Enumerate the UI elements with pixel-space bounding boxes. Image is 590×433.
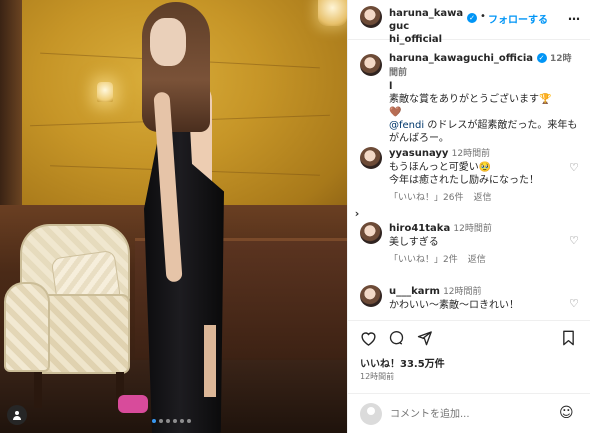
verified-badge-icon: ✓ <box>467 13 477 23</box>
comment-username[interactable]: yyasunayy <box>389 148 448 159</box>
emoji-icon[interactable]: ☺ <box>559 405 574 421</box>
reply-button[interactable]: 返信 <box>468 255 486 265</box>
reply-button[interactable]: 返信 <box>473 193 491 203</box>
post-photo[interactable] <box>0 0 347 433</box>
comment-username[interactable]: hiro41taka <box>389 223 450 234</box>
bookmark-icon[interactable] <box>561 330 576 350</box>
post-timestamp: 12時間前 <box>360 372 395 381</box>
action-bar: いいね！33.5万件 12時間前 <box>348 320 590 390</box>
comment-like-count[interactable]: 「いいね！」26件 <box>389 193 463 203</box>
post-header: haruna_kawaguc hi_official ✓ • フォローする … <box>348 0 590 45</box>
woman-figure <box>118 0 240 433</box>
comment-text: かわいい〜素敵〜ロきれい！ <box>389 300 519 311</box>
caption-text: 素敵な賞をありがとうございます🏆 <box>389 94 552 105</box>
avatar[interactable] <box>360 147 382 169</box>
post-sidebar: haruna_kawaguc hi_official ✓ • フォローする … h… <box>347 0 590 433</box>
armchair <box>4 224 132 409</box>
user-tag-icon[interactable] <box>7 405 27 425</box>
comment-username[interactable]: u___karm <box>389 286 440 297</box>
more-options-icon[interactable]: … <box>568 9 581 23</box>
comment-composer: ☺ <box>348 393 590 433</box>
comment-time: 12時間前 <box>453 224 492 234</box>
mention-link[interactable]: @fendi <box>389 120 424 131</box>
chandelier <box>318 0 347 26</box>
heart-icon[interactable] <box>360 330 377 350</box>
carousel-indicator <box>152 419 191 423</box>
heart-icon[interactable]: ♡ <box>569 161 579 174</box>
comment-text: もうほんっと可愛い🥹 <box>389 162 492 173</box>
comment-time: 12時間前 <box>443 287 482 297</box>
caption-username[interactable]: haruna_kawaguchi_officia ✓ 12時間前 l <box>389 53 572 92</box>
heart-icon[interactable]: ♡ <box>569 297 579 310</box>
heart-icon[interactable]: ♡ <box>569 234 579 247</box>
carousel-dot <box>180 419 184 423</box>
comment-input[interactable] <box>390 405 540 423</box>
verified-badge-icon: ✓ <box>536 53 547 63</box>
comment-time: 12時間前 <box>451 149 491 159</box>
carousel-dot <box>187 419 191 423</box>
carousel-dot <box>152 419 156 423</box>
carousel-dot <box>173 419 177 423</box>
avatar[interactable] <box>360 6 382 28</box>
avatar <box>360 403 382 425</box>
comments-list[interactable]: haruna_kawaguchi_officia ✓ 12時間前 l 素敵な賞をあ… <box>348 40 590 320</box>
follow-button[interactable]: フォローする <box>488 11 548 26</box>
carousel-dot <box>159 419 163 423</box>
avatar[interactable] <box>360 54 382 76</box>
wall-lamp <box>97 82 113 102</box>
comment-icon[interactable] <box>388 330 405 350</box>
like-count[interactable]: いいね！33.5万件 <box>360 355 445 370</box>
carousel-dot <box>166 419 170 423</box>
comment-text: 美しすぎる <box>389 237 439 248</box>
share-icon[interactable] <box>416 330 433 350</box>
comment-text: 今年は癒されたし励みになった！ <box>389 175 539 186</box>
separator: • <box>480 11 486 22</box>
caption-emoji: 🤎 <box>389 107 402 118</box>
comment-like-count[interactable]: 「いいね！」2件 <box>389 255 458 265</box>
avatar[interactable] <box>360 222 382 244</box>
avatar[interactable] <box>360 285 382 307</box>
